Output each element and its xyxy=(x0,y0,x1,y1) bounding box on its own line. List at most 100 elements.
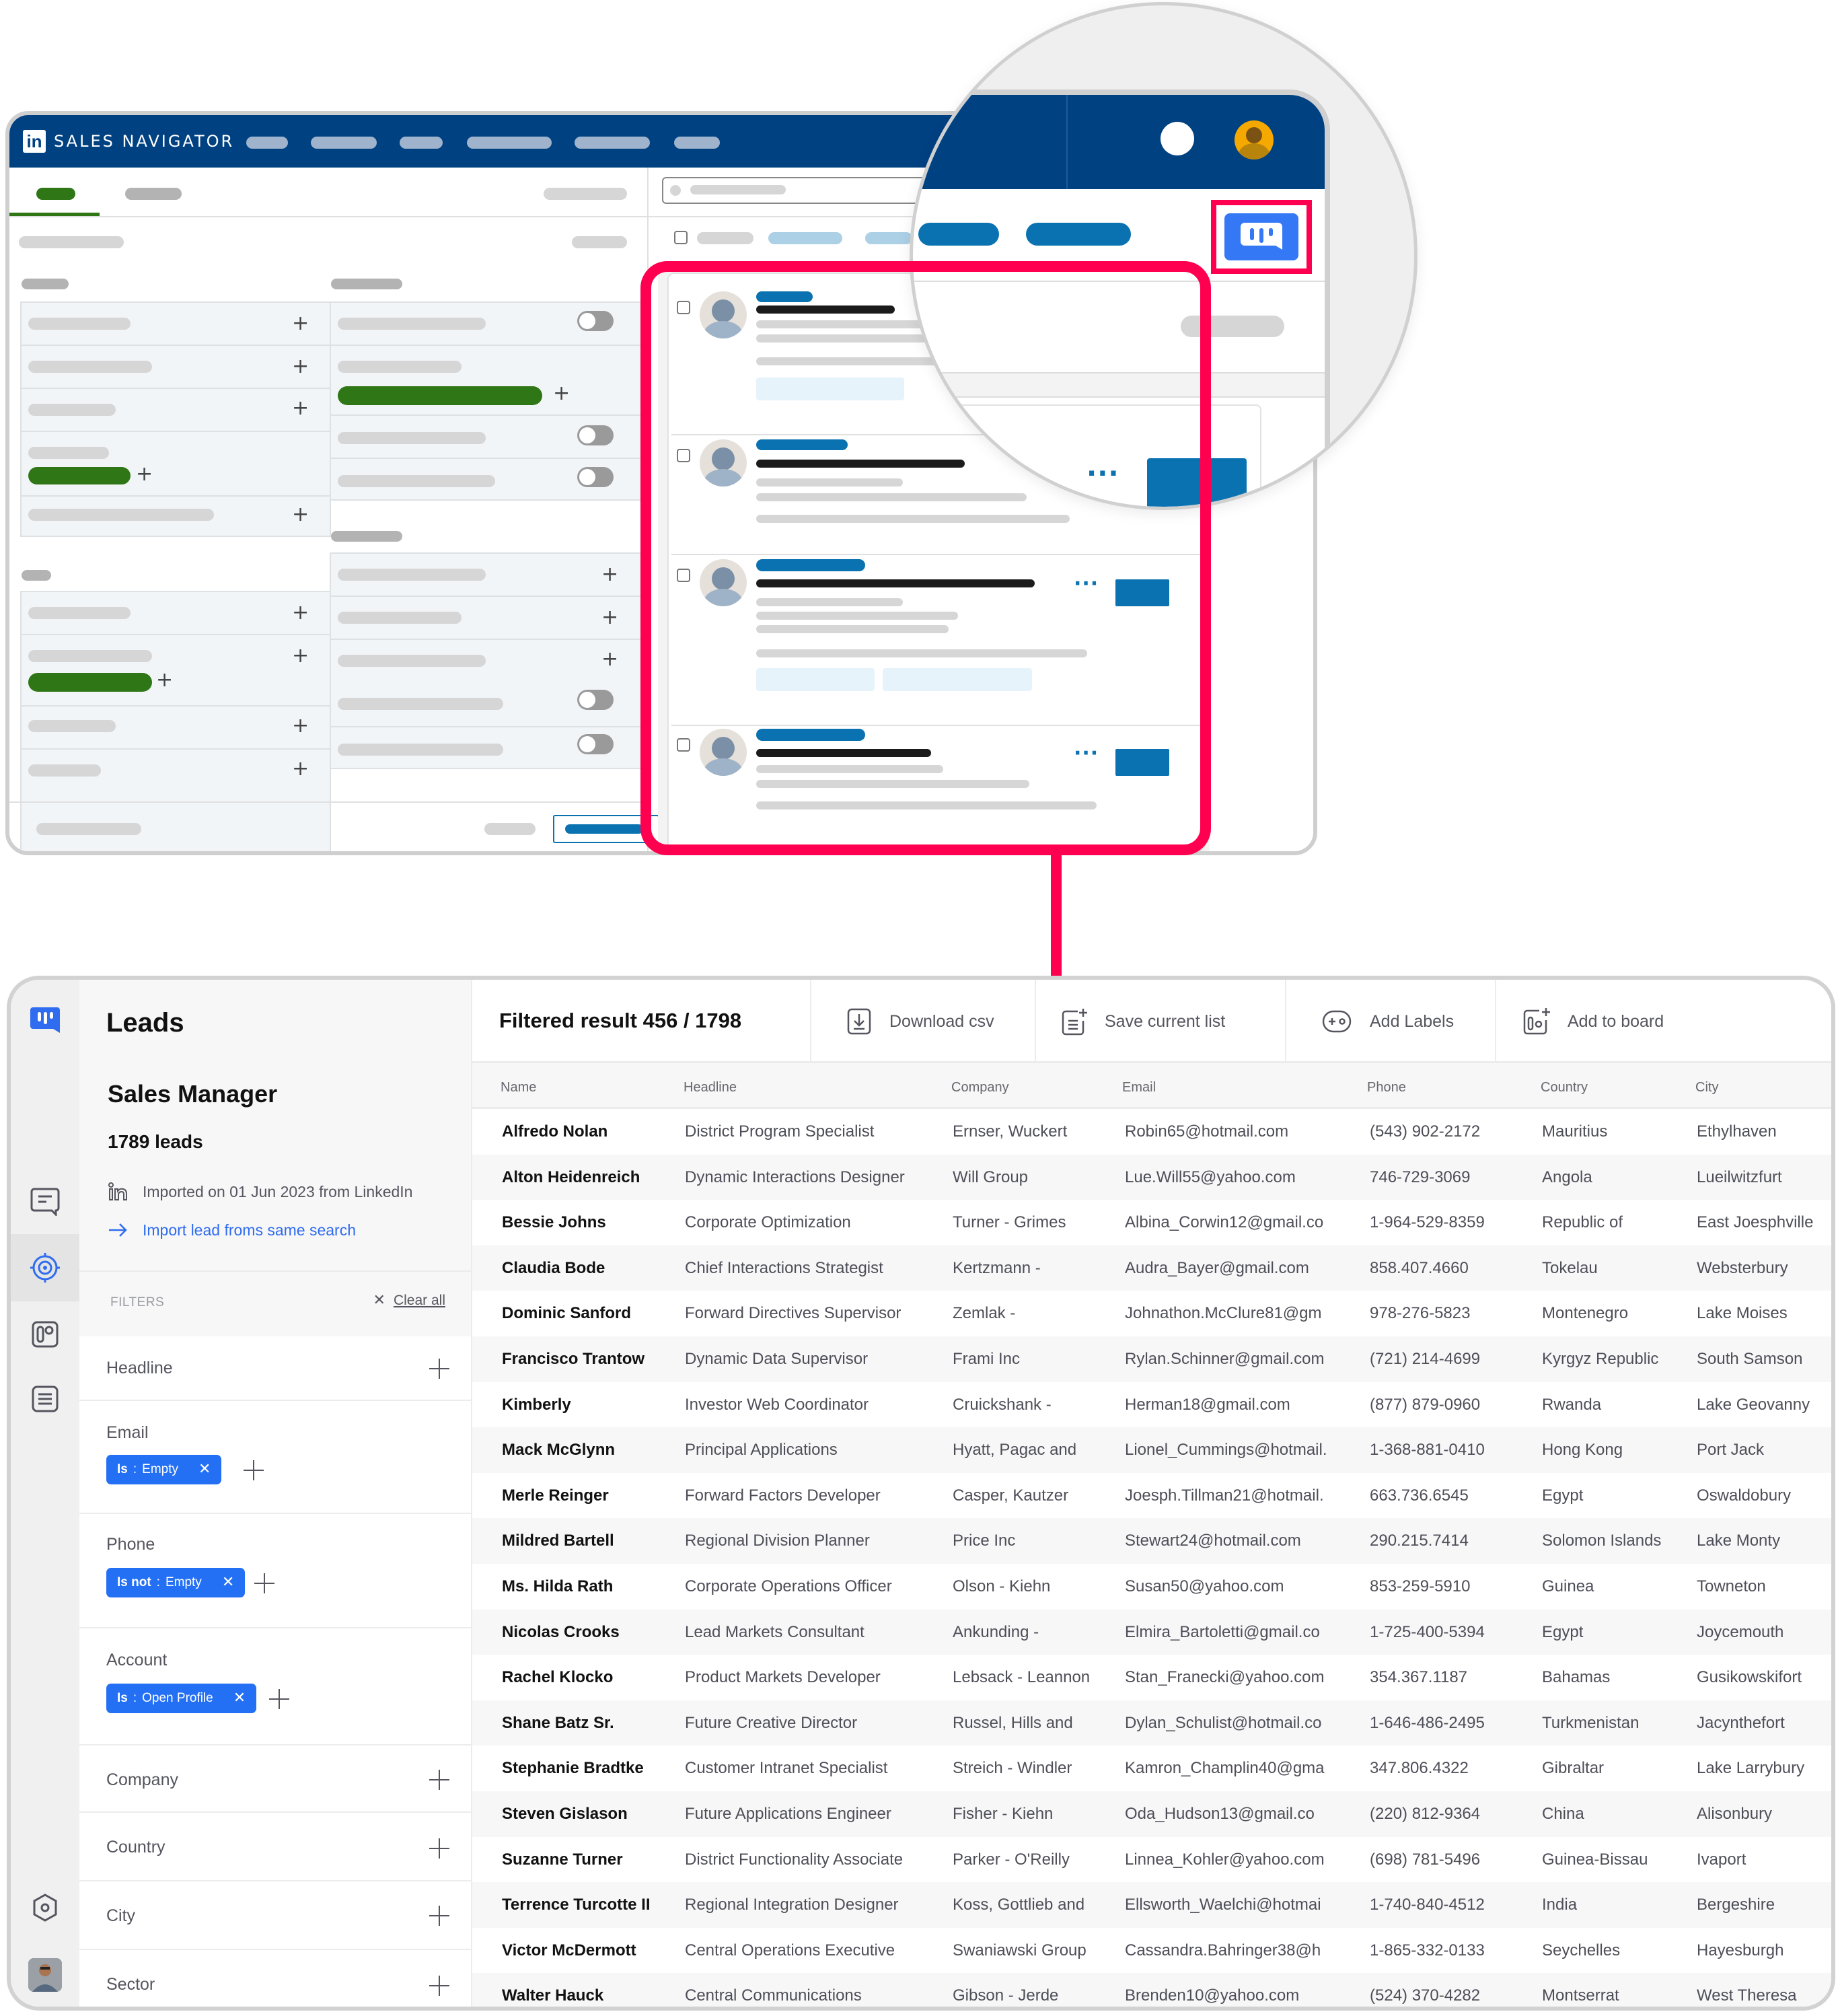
cell-company: Price Inc xyxy=(953,1532,1016,1550)
column-headline[interactable]: Headline xyxy=(684,1079,737,1095)
cell-city: Lueilwitzfurt xyxy=(1697,1167,1782,1186)
add-labels-button[interactable]: Add Labels xyxy=(1285,980,1495,1063)
clear-all-button[interactable]: ✕ Clear all xyxy=(373,1292,445,1309)
filter-country[interactable]: Country xyxy=(79,1813,471,1881)
download-csv-button[interactable]: Download csv xyxy=(810,980,1035,1063)
cell-city: Bergeshire xyxy=(1697,1896,1775,1914)
column-phone[interactable]: Phone xyxy=(1367,1079,1406,1095)
remove-chip-icon[interactable]: ✕ xyxy=(222,1575,234,1590)
filter-chip[interactable]: Is not: Empty ✕ xyxy=(106,1568,246,1597)
table-row[interactable]: Walter Hauck Central Communications Gibson… xyxy=(472,1973,1831,2007)
table-row[interactable]: Steven Gislason Future Applications Engin… xyxy=(472,1791,1831,1837)
table-row[interactable]: Dominic Sanford Forward Directives Superv… xyxy=(472,1291,1831,1336)
cell-city: Hayesburgh xyxy=(1697,1941,1784,1959)
cell-name: Kimberly xyxy=(502,1395,571,1414)
extension-launch-button[interactable] xyxy=(1211,200,1312,274)
table-row[interactable]: Terrence Turcotte II Regional Integration… xyxy=(472,1882,1831,1928)
cell-headline: Central Operations Executive xyxy=(685,1941,895,1959)
add-filter-icon[interactable] xyxy=(244,1460,264,1480)
cell-city: Oswaldobury xyxy=(1697,1486,1792,1505)
table-row[interactable]: Suzanne Turner District Functionality Ass… xyxy=(472,1837,1831,1883)
table-row[interactable]: Mildred Bartell Regional Division Planner… xyxy=(472,1518,1831,1564)
add-filter-icon[interactable] xyxy=(254,1573,274,1593)
filter-company[interactable]: Company xyxy=(79,1745,471,1813)
cell-headline: Chief Interactions Strategist xyxy=(685,1258,883,1277)
import-same-search-link[interactable]: Import lead froms same search xyxy=(108,1221,356,1239)
cell-phone: 290.215.7414 xyxy=(1370,1532,1469,1550)
add-filter-icon[interactable] xyxy=(429,1906,449,1926)
message-icon[interactable] xyxy=(28,1184,62,1218)
table-row[interactable]: Ms. Hilda Rath Corporate Operations Offic… xyxy=(472,1564,1831,1610)
table-row[interactable]: Victor McDermott Central Operations Execu… xyxy=(472,1928,1831,1974)
cell-phone: (543) 902-2172 xyxy=(1370,1122,1481,1141)
cell-city: Port Jack xyxy=(1697,1441,1765,1460)
cell-company: Parker - O'Reilly xyxy=(953,1850,1070,1869)
filter-account[interactable]: Account Is: Open Profile ✕ xyxy=(79,1628,471,1745)
table-row[interactable]: Stephanie Bradtke Customer Intranet Speci… xyxy=(472,1745,1831,1791)
remove-chip-icon[interactable]: ✕ xyxy=(233,1691,246,1706)
add-filter-icon[interactable] xyxy=(269,1689,289,1709)
add-filter-icon[interactable] xyxy=(429,1838,449,1859)
filter-group-4: + + + xyxy=(330,552,643,769)
column-city[interactable]: City xyxy=(1695,1079,1718,1095)
column-country[interactable]: Country xyxy=(1541,1079,1588,1095)
leads-app: Leads Sales Manager 1789 leads Imported … xyxy=(7,976,1835,2011)
placeholder xyxy=(572,236,627,248)
cell-company: Cruickshank - xyxy=(953,1395,1052,1414)
import-link-text[interactable]: Import lead froms same search xyxy=(143,1221,356,1239)
save-list-button[interactable]: Save current list xyxy=(1035,980,1285,1063)
filter-chip[interactable]: Is: Open Profile ✕ xyxy=(106,1684,257,1713)
user-avatar[interactable] xyxy=(28,1958,62,1992)
add-to-board-button[interactable]: Add to board xyxy=(1495,980,1831,1063)
column-company[interactable]: Company xyxy=(951,1079,1009,1095)
cell-phone: 1-368-881-0410 xyxy=(1370,1441,1485,1460)
table-row[interactable]: Alfredo Nolan District Program Specialist… xyxy=(472,1109,1831,1155)
cell-headline: Dynamic Data Supervisor xyxy=(685,1350,869,1368)
cell-country: Egypt xyxy=(1542,1486,1584,1505)
cell-city: Ethylhaven xyxy=(1697,1122,1777,1141)
filter-chip[interactable]: Is: Empty ✕ xyxy=(106,1455,222,1484)
settings-icon[interactable] xyxy=(28,1891,62,1924)
add-filter-icon[interactable] xyxy=(429,1770,449,1790)
column-email[interactable]: Email xyxy=(1122,1079,1156,1095)
cell-phone: 347.806.4322 xyxy=(1370,1759,1469,1778)
cell-country: Hong Kong xyxy=(1542,1441,1623,1460)
filter-city[interactable]: City xyxy=(79,1881,471,1950)
table-row[interactable]: Bessie Johns Corporate Optimization Turner… xyxy=(472,1200,1831,1246)
filter-email[interactable]: Email Is: Empty ✕ xyxy=(79,1401,471,1514)
board-icon[interactable] xyxy=(28,1318,62,1351)
cell-country: Seychelles xyxy=(1542,1941,1621,1959)
cell-name: Alton Heidenreich xyxy=(502,1167,640,1186)
table-row[interactable]: Claudia Bode Chief Interactions Strategis… xyxy=(472,1245,1831,1291)
add-filter-icon[interactable] xyxy=(429,1976,449,1996)
table-row[interactable]: Mack McGlynn Principal Applications Hyatt,… xyxy=(472,1427,1831,1473)
cell-name: Merle Reinger xyxy=(502,1486,609,1505)
table-row[interactable]: Nicolas Crooks Lead Markets Consultant Ank… xyxy=(472,1609,1831,1655)
clear-all-label[interactable]: Clear all xyxy=(394,1292,445,1309)
cell-headline: Future Creative Director xyxy=(685,1713,858,1732)
cell-headline: Investor Web Coordinator xyxy=(685,1395,869,1414)
list-icon[interactable] xyxy=(28,1382,62,1416)
brand-logo-icon[interactable] xyxy=(28,1004,62,1038)
cell-email: Susan50@yahoo.com xyxy=(1125,1577,1284,1595)
add-filter-icon[interactable] xyxy=(429,1359,449,1379)
remove-chip-icon[interactable]: ✕ xyxy=(198,1462,211,1477)
cell-phone: 1-740-840-4512 xyxy=(1370,1896,1485,1914)
filter-sector[interactable]: Sector xyxy=(79,1950,471,2007)
cell-email: Dylan_Schulist@hotmail.co xyxy=(1125,1713,1322,1732)
table-row[interactable]: Alton Heidenreich Dynamic Interactions De… xyxy=(472,1154,1831,1200)
cell-headline: Central Communications xyxy=(685,1986,862,2005)
table-row[interactable]: Merle Reinger Forward Factors Developer Ca… xyxy=(472,1473,1831,1519)
table-row[interactable]: Rachel Klocko Product Markets Developer Le… xyxy=(472,1655,1831,1700)
table-row[interactable]: Shane Batz Sr. Future Creative Director Ru… xyxy=(472,1700,1831,1746)
filter-headline[interactable]: Headline xyxy=(79,1336,471,1401)
target-icon[interactable] xyxy=(28,1251,62,1285)
cell-city: Websterbury xyxy=(1697,1258,1788,1277)
table-row[interactable]: Francisco Trantow Dynamic Data Supervisor… xyxy=(472,1336,1831,1382)
cell-phone: (220) 812-9364 xyxy=(1370,1805,1481,1823)
column-name[interactable]: Name xyxy=(501,1079,536,1095)
cell-phone: (721) 214-4699 xyxy=(1370,1350,1481,1368)
table-row[interactable]: Kimberly Investor Web Coordinator Cruicksh… xyxy=(472,1382,1831,1428)
filter-phone[interactable]: Phone Is not: Empty ✕ xyxy=(79,1514,471,1628)
nav-placeholder xyxy=(674,137,720,149)
